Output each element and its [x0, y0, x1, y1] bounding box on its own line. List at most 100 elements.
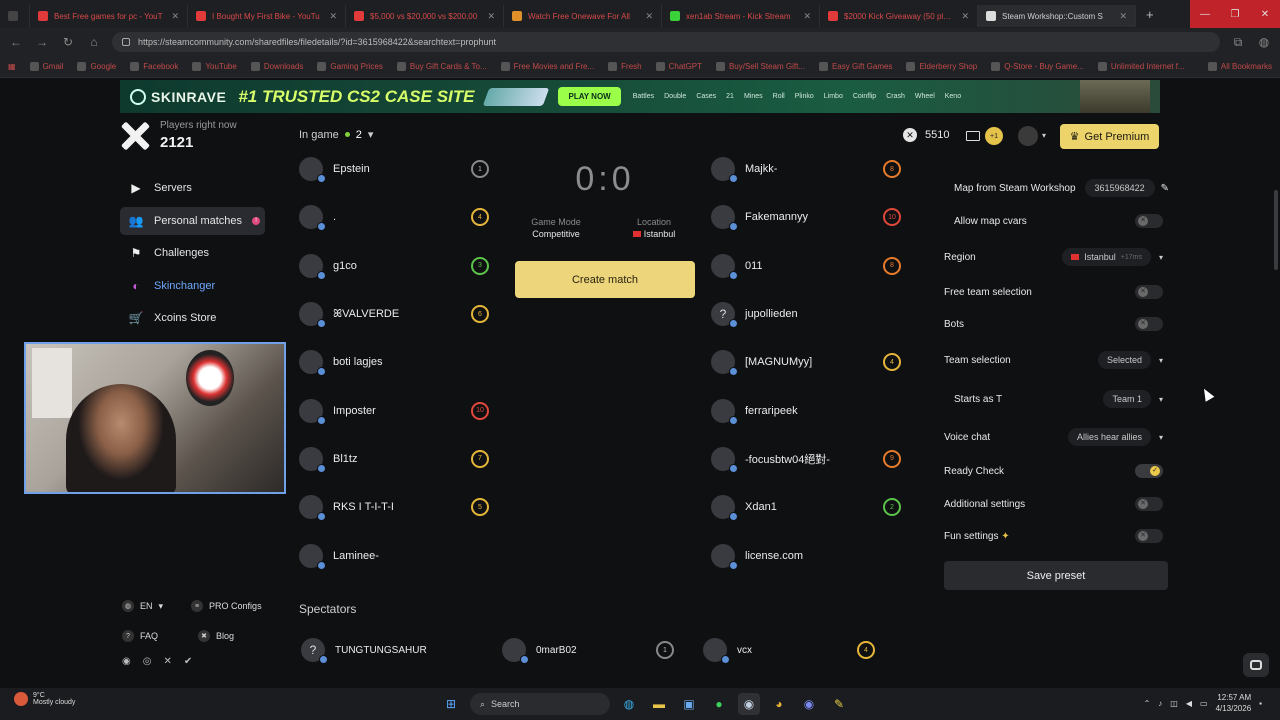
twitter-x-icon[interactable]: ✕ — [163, 656, 171, 667]
player-row[interactable]: [MAGNUMyy] 4 — [711, 338, 901, 386]
browser-tab[interactable]: I Bought My First Bike - YouTu ✕ — [188, 5, 346, 27]
scrollbar[interactable] — [1274, 190, 1278, 270]
browser-tab[interactable]: xen1ab Stream - Kick Stream ✕ — [662, 5, 820, 27]
browser-tab[interactable]: Best Free games for pc - YouT ✕ — [30, 5, 188, 27]
fun-settings-toggle[interactable]: ✕ — [1135, 529, 1163, 543]
language-select[interactable]: ◍ EN ▾ — [122, 600, 163, 612]
chevron-down-icon[interactable]: ▾ — [1042, 131, 1046, 140]
speaker-icon[interactable]: ◀ — [1186, 699, 1192, 708]
get-premium-button[interactable]: ♛ Get Premium — [1060, 124, 1159, 149]
close-icon[interactable]: ✕ — [487, 11, 495, 22]
discord-icon[interactable]: ◉ — [798, 693, 820, 715]
close-icon[interactable]: ✕ — [645, 11, 653, 22]
bookmark[interactable]: Free Movies and Fre... — [500, 62, 594, 71]
bookmark[interactable]: Easy Gift Games — [818, 62, 892, 71]
discord-icon[interactable]: ◉ — [122, 656, 131, 667]
sidebar-item-skinchanger[interactable]: ◐ Skinchanger — [120, 272, 265, 300]
apps-icon[interactable]: ▦ — [8, 62, 16, 71]
bots-toggle[interactable]: ✕ — [1135, 317, 1163, 331]
bookmark[interactable]: Buy Gift Cards & To... — [396, 62, 487, 71]
close-window-icon[interactable]: ✕ — [1250, 0, 1280, 28]
browser-tab-active[interactable]: Steam Workshop::Custom S ✕ — [978, 5, 1136, 27]
spectator-row[interactable]: 0marB02 1 — [502, 638, 674, 664]
vk-icon[interactable]: ✔ — [184, 656, 192, 667]
all-bookmarks[interactable]: All Bookmarks — [1207, 62, 1272, 71]
close-icon[interactable]: ✕ — [961, 11, 969, 22]
taskbar-search[interactable]: ⌕ Search — [470, 693, 610, 715]
player-row[interactable]: -focusbtw04絕對- 9 — [711, 435, 901, 483]
ad-banner[interactable]: SKINRAVE #1 TRUSTED CS2 CASE SITE PLAY N… — [120, 80, 1160, 113]
site-brand[interactable]: Players right now 2121 — [120, 120, 237, 151]
player-row[interactable]: Majkk- 8 — [711, 145, 901, 193]
maximize-icon[interactable]: ❐ — [1220, 0, 1250, 28]
microphone-icon[interactable]: ♪ — [1158, 699, 1162, 708]
extensions-icon[interactable]: ⧉ — [1230, 34, 1246, 50]
close-icon[interactable]: ✕ — [803, 11, 811, 22]
instagram-icon[interactable]: ◎ — [143, 656, 152, 667]
notification-icon[interactable]: ▪ — [1259, 699, 1262, 708]
blog-link[interactable]: ✖ Blog — [198, 630, 234, 642]
spectator-row[interactable]: vcx 4 — [703, 638, 875, 664]
chrome-icon[interactable]: ◕ — [768, 693, 790, 715]
bookmark[interactable]: Facebook — [130, 62, 178, 71]
bookmark[interactable]: ChatGPT — [655, 62, 702, 71]
ready-check-toggle[interactable]: ✓ — [1135, 464, 1163, 478]
steam-icon[interactable]: ◉ — [738, 693, 760, 715]
browser-tab[interactable]: $5,000 vs $20,000 vs $200,00 ✕ — [346, 5, 504, 27]
home-icon[interactable]: ⌂ — [86, 34, 102, 50]
player-row[interactable]: Epstein 1 — [299, 145, 489, 193]
site-info-icon[interactable] — [122, 38, 130, 46]
store-icon[interactable]: ▣ — [678, 693, 700, 715]
voice-chat-select[interactable]: Allies hear allies ▾ — [1067, 428, 1169, 446]
player-row[interactable]: ferraripeek — [711, 386, 901, 434]
player-row[interactable]: Xdan1 2 — [711, 483, 901, 531]
weather-widget[interactable]: 9°C Mostly cloudy — [14, 692, 75, 706]
bookmark[interactable]: Gaming Prices — [317, 62, 383, 71]
free-team-toggle[interactable]: ✕ — [1135, 285, 1163, 299]
player-row[interactable]: Imposter 10 — [299, 386, 489, 434]
profile-icon[interactable]: ◍ — [1256, 34, 1272, 50]
create-match-button[interactable]: Create match — [515, 261, 695, 298]
sidebar-item-challenges[interactable]: ⚑ Challenges — [120, 239, 265, 267]
close-icon[interactable]: ✕ — [1119, 11, 1127, 22]
bookmark[interactable]: Buy/Sell Steam Gift... — [715, 62, 805, 71]
spectator-row[interactable]: ? TUNGTUNGSAHUR — [301, 638, 427, 664]
bookmark[interactable]: Gmail — [29, 62, 63, 71]
close-icon[interactable]: ✕ — [329, 11, 337, 22]
browser-tab[interactable] — [0, 5, 30, 27]
clock[interactable]: 12:57 AM 4/13/2026 — [1216, 692, 1252, 714]
player-row[interactable]: g1co 3 — [299, 242, 489, 290]
in-game-filter[interactable]: In game 2 ▾ — [299, 128, 373, 142]
reload-icon[interactable]: ↻ — [60, 34, 76, 50]
new-tab-icon[interactable]: + — [1136, 7, 1164, 22]
sidebar-item-xcoins-store[interactable]: 🛒 Xcoins Store — [120, 304, 265, 332]
app-icon[interactable]: ✎ — [828, 693, 850, 715]
minimize-icon[interactable]: — — [1190, 0, 1220, 28]
additional-settings-toggle[interactable]: ✕ — [1135, 497, 1163, 511]
bookmark[interactable]: Unlimited Internet f... — [1097, 62, 1185, 71]
team-selection-select[interactable]: Selected ▾ — [1097, 351, 1169, 369]
edit-icon[interactable]: ✎ — [1161, 183, 1169, 194]
workshop-id-field[interactable]: 3615968422 — [1084, 179, 1155, 197]
avatar[interactable] — [1018, 126, 1038, 146]
player-row[interactable]: Laminee- — [299, 531, 489, 579]
chat-button[interactable] — [1243, 653, 1269, 677]
player-row[interactable]: Bl1tz 7 — [299, 435, 489, 483]
allow-cvars-toggle[interactable]: ✕ — [1135, 214, 1163, 228]
sidebar-item-personal-matches[interactable]: 👥 Personal matches! — [120, 206, 265, 235]
battery-icon[interactable]: ▭ — [1200, 699, 1208, 708]
xcoins-balance[interactable]: ✕ 5510 — [903, 128, 949, 142]
player-row[interactable]: ? jupollieden — [711, 290, 901, 338]
bookmark[interactable]: Elderberry Shop — [906, 62, 977, 71]
messages[interactable]: +1 — [966, 127, 1003, 145]
player-row[interactable]: ꕤVALVERDE 6 — [299, 290, 489, 338]
player-row[interactable]: 011 8 — [711, 242, 901, 290]
region-select[interactable]: Istanbul +17ms ▾ — [1062, 248, 1169, 266]
forward-icon[interactable]: → — [34, 34, 50, 50]
url-field[interactable]: https://steamcommunity.com/sharedfiles/f… — [112, 32, 1220, 52]
spotify-icon[interactable]: ● — [708, 693, 730, 715]
close-icon[interactable]: ✕ — [171, 11, 179, 22]
bookmark[interactable]: Google — [77, 62, 116, 71]
player-row[interactable]: license.com — [711, 531, 901, 579]
windows-start-icon[interactable]: ⊞ — [440, 693, 462, 715]
